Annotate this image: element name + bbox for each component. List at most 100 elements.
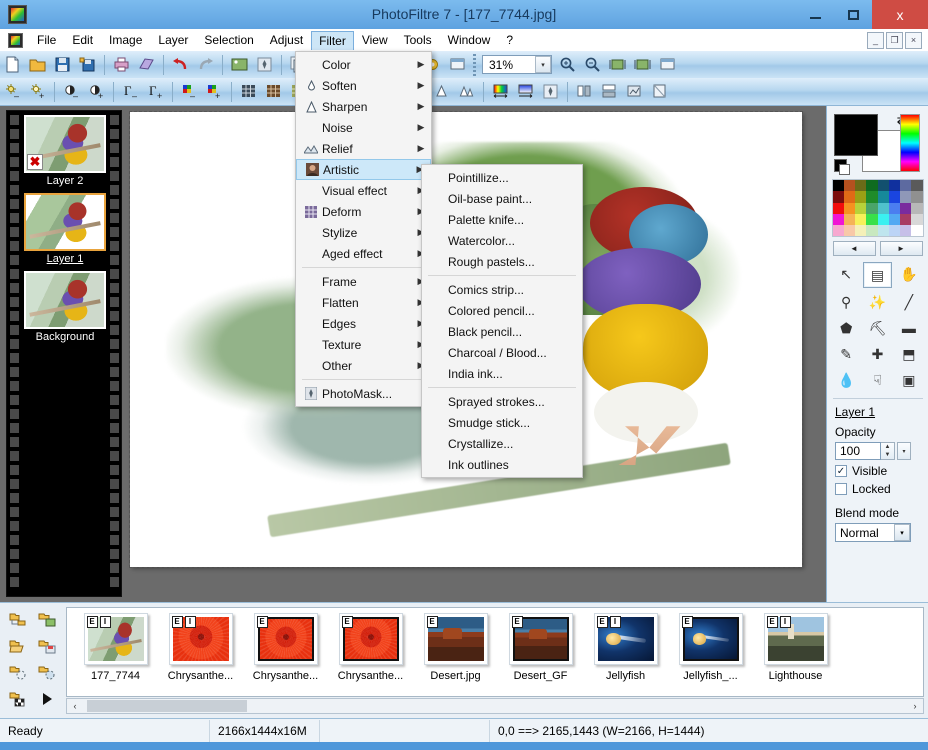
- zoom-combobox[interactable]: 31% ▾: [482, 55, 552, 74]
- print-icon[interactable]: [109, 52, 134, 77]
- submenu-item-colored-pencil[interactable]: Colored pencil...: [422, 300, 582, 321]
- color-palette[interactable]: [832, 179, 924, 237]
- layers-filmstrip[interactable]: ✖ Layer 2 Layer 1 Background: [6, 110, 122, 597]
- folder-transparent-icon[interactable]: [4, 687, 32, 711]
- menu-item-sharpen[interactable]: Sharpen ▶: [296, 96, 431, 117]
- blend-mode-select[interactable]: Normal ▾: [835, 523, 911, 542]
- close-button[interactable]: x: [872, 0, 928, 29]
- scroll-left-arrow[interactable]: ‹: [67, 701, 83, 711]
- folder-select-icon[interactable]: [4, 660, 32, 684]
- magic-wand-icon[interactable]: ✨: [863, 290, 892, 314]
- thumbnail-tile[interactable]: EChrysanthe...: [328, 613, 413, 682]
- palette-swatch[interactable]: [889, 191, 900, 202]
- palette-swatch[interactable]: [911, 225, 922, 236]
- saturation-up-icon[interactable]: +: [202, 79, 227, 104]
- palette-swatch[interactable]: [878, 191, 889, 202]
- photomask-thumb-icon[interactable]: ▣: [894, 368, 923, 392]
- palette-swatch[interactable]: [833, 203, 844, 214]
- folder-image-icon[interactable]: [33, 607, 61, 631]
- rotate-icon[interactable]: [622, 79, 647, 104]
- spray-can-icon[interactable]: ⛏: [863, 316, 892, 340]
- thumbnail-strip[interactable]: EI177_7744EIChrysanthe...EChrysanthe...E…: [66, 607, 924, 697]
- palette-swatch[interactable]: [911, 214, 922, 225]
- sharpen-icon[interactable]: [429, 79, 454, 104]
- submenu-item-watercolor[interactable]: Watercolor...: [422, 230, 582, 251]
- maximize-button[interactable]: [834, 0, 872, 29]
- palette-swatch[interactable]: [855, 180, 866, 191]
- palette-swatch[interactable]: [833, 191, 844, 202]
- sharpen-more-icon[interactable]: [454, 79, 479, 104]
- gradient-h-icon[interactable]: [488, 79, 513, 104]
- actual-size-icon[interactable]: [630, 52, 655, 77]
- palette-swatch[interactable]: [844, 180, 855, 191]
- palette-swatch[interactable]: [900, 203, 911, 214]
- rectangle-select-icon[interactable]: ▤: [863, 262, 892, 288]
- clone-stamp-icon[interactable]: ⬒: [894, 342, 923, 366]
- zoom-in-icon[interactable]: [555, 52, 580, 77]
- submenu-item-smudge-stick[interactable]: Smudge stick...: [422, 412, 582, 433]
- save-icon[interactable]: [50, 52, 75, 77]
- flip-icon[interactable]: [597, 79, 622, 104]
- open-folder-icon[interactable]: [25, 52, 50, 77]
- palette-swatch[interactable]: [844, 191, 855, 202]
- palette-swatch[interactable]: [911, 180, 922, 191]
- scroll-right-arrow[interactable]: ›: [907, 701, 923, 711]
- submenu-item-palette-knife[interactable]: Palette knife...: [422, 209, 582, 230]
- thumbnail-tile[interactable]: EILighthouse: [753, 613, 838, 682]
- menu-layer[interactable]: Layer: [150, 30, 196, 50]
- palette-swatch[interactable]: [855, 225, 866, 236]
- menu-item-frame[interactable]: Frame ▶: [296, 271, 431, 292]
- submenu-item-charcoal-blood[interactable]: Charcoal / Blood...: [422, 342, 582, 363]
- menu-filter[interactable]: Filter: [311, 31, 354, 50]
- mirror-icon[interactable]: [572, 79, 597, 104]
- menu-edit[interactable]: Edit: [64, 30, 101, 50]
- submenu-item-india-ink[interactable]: India ink...: [422, 363, 582, 384]
- eyedropper-icon[interactable]: ⚲: [832, 290, 861, 314]
- menu-window[interactable]: Window: [440, 30, 499, 50]
- submenu-item-sprayed-strokes[interactable]: Sprayed strokes...: [422, 391, 582, 412]
- layer-item-layer1[interactable]: Layer 1: [21, 193, 109, 265]
- submenu-item-crystallize[interactable]: Crystallize...: [422, 433, 582, 454]
- mdi-close-button[interactable]: ×: [905, 32, 922, 49]
- minimize-button[interactable]: [796, 0, 834, 29]
- palette-swatch[interactable]: [900, 180, 911, 191]
- menu-file[interactable]: File: [29, 30, 64, 50]
- menu-item-stylize[interactable]: Stylize ▶: [296, 222, 431, 243]
- menu-item-soften[interactable]: Soften ▶: [296, 75, 431, 96]
- photomask-icon[interactable]: [252, 52, 277, 77]
- gradient-v-icon[interactable]: [513, 79, 538, 104]
- palette-swatch[interactable]: [911, 191, 922, 202]
- palette-swatch[interactable]: [878, 225, 889, 236]
- palette-swatch[interactable]: [855, 203, 866, 214]
- palette-swatch[interactable]: [866, 214, 877, 225]
- thumbnail-tile[interactable]: EIJellyfish: [583, 613, 668, 682]
- grid-texture-icon[interactable]: [236, 79, 261, 104]
- folder-save-icon[interactable]: [33, 634, 61, 658]
- menu-view[interactable]: View: [354, 30, 396, 50]
- zoom-out-icon[interactable]: [580, 52, 605, 77]
- opacity-input[interactable]: 100: [835, 442, 881, 460]
- menu-item-artistic[interactable]: Artistic ▶: [296, 159, 431, 180]
- menu-help[interactable]: ?: [498, 30, 521, 50]
- scrollbar-thumb[interactable]: [87, 700, 247, 712]
- smudge-finger-icon[interactable]: ☟: [863, 368, 892, 392]
- palette-swatch[interactable]: [855, 191, 866, 202]
- mask-icon[interactable]: [538, 79, 563, 104]
- blur-drop-icon[interactable]: 💧: [832, 368, 861, 392]
- advanced-brush-icon[interactable]: ✚: [863, 342, 892, 366]
- palette-swatch[interactable]: [911, 203, 922, 214]
- palette-swatch[interactable]: [844, 225, 855, 236]
- print-preview-icon[interactable]: [134, 52, 159, 77]
- menu-item-photomask[interactable]: PhotoMask...: [296, 383, 431, 404]
- submenu-item-pointillize[interactable]: Pointillize...: [422, 167, 582, 188]
- palette-prev-button[interactable]: ◄: [833, 241, 876, 256]
- contrast-up-icon[interactable]: +: [84, 79, 109, 104]
- palette-swatch[interactable]: [889, 225, 900, 236]
- toolbar-grip[interactable]: [473, 54, 476, 76]
- brown-texture-icon[interactable]: [261, 79, 286, 104]
- chevron-down-icon[interactable]: ▾: [535, 56, 551, 73]
- palette-swatch[interactable]: [878, 180, 889, 191]
- palette-swatch[interactable]: [878, 214, 889, 225]
- opacity-stepper[interactable]: ▲▼: [881, 442, 895, 460]
- palette-next-button[interactable]: ►: [880, 241, 923, 256]
